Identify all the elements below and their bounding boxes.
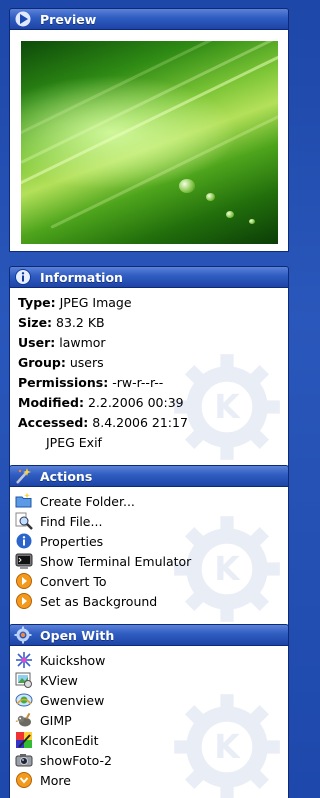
open-with-more[interactable]: More bbox=[15, 770, 288, 790]
open-with-gwenview[interactable]: Gwenview bbox=[15, 690, 288, 710]
actions-header[interactable]: Actions bbox=[9, 465, 289, 487]
info-row-type: Type: JPEG Image bbox=[18, 295, 132, 310]
actions-panel: Actions Create Folder... Find File... Pr… bbox=[9, 465, 289, 635]
information-title: Information bbox=[40, 269, 123, 285]
actions-title: Actions bbox=[40, 468, 93, 484]
info-row-group: Group: users bbox=[18, 355, 104, 370]
action-label: Convert To bbox=[40, 573, 107, 589]
info-row-accessed: Accessed: 8.4.2006 21:17 bbox=[18, 415, 188, 430]
action-label: Show Terminal Emulator bbox=[40, 553, 192, 569]
orange-chevron-icon bbox=[15, 771, 33, 789]
open-with-label: More bbox=[40, 772, 71, 788]
terminal-icon bbox=[15, 552, 33, 570]
action-show-terminal[interactable]: Show Terminal Emulator bbox=[15, 551, 288, 571]
info-icon bbox=[15, 532, 33, 550]
kuickshow-icon bbox=[15, 651, 33, 669]
action-label: Find File... bbox=[40, 513, 103, 529]
open-with-label: Gwenview bbox=[40, 692, 105, 708]
open-with-gimp[interactable]: GIMP bbox=[15, 710, 288, 730]
open-with-label: KIconEdit bbox=[40, 732, 99, 748]
action-create-folder[interactable]: Create Folder... bbox=[15, 491, 288, 511]
action-properties[interactable]: Properties bbox=[15, 531, 288, 551]
open-with-showfoto[interactable]: showFoto-2 bbox=[15, 750, 288, 770]
orange-arrow-icon bbox=[15, 572, 33, 590]
open-with-title: Open With bbox=[40, 627, 115, 643]
open-with-header[interactable]: Open With bbox=[9, 624, 289, 646]
preview-body bbox=[9, 30, 289, 252]
action-label: Set as Background bbox=[40, 593, 158, 609]
action-find-file[interactable]: Find File... bbox=[15, 511, 288, 531]
kiconedit-icon bbox=[15, 731, 33, 749]
information-header[interactable]: Information bbox=[9, 266, 289, 288]
info-row-modified: Modified: 2.2.2006 00:39 bbox=[18, 395, 184, 410]
action-set-as-background[interactable]: Set as Background bbox=[15, 591, 288, 611]
showfoto-icon bbox=[15, 751, 33, 769]
open-with-kview[interactable]: KView bbox=[15, 670, 288, 690]
action-convert-to[interactable]: Convert To bbox=[15, 571, 288, 591]
magic-wand-icon bbox=[14, 467, 32, 485]
info-row-permissions: Permissions: -rw-r--r-- bbox=[18, 375, 164, 390]
open-with-label: Kuickshow bbox=[40, 652, 106, 668]
actions-body: Create Folder... Find File... Properties… bbox=[9, 487, 289, 635]
preview-header[interactable]: Preview bbox=[9, 8, 289, 30]
new-folder-icon bbox=[15, 492, 33, 510]
gwenview-icon bbox=[15, 691, 33, 709]
information-body: Type: JPEG Image Size: 83.2 KB User: law… bbox=[9, 288, 289, 473]
kview-icon bbox=[15, 671, 33, 689]
magnifier-icon bbox=[15, 512, 33, 530]
preview-panel: Preview bbox=[9, 8, 289, 252]
info-row-size: Size: 83.2 KB bbox=[18, 315, 105, 330]
open-with-kuickshow[interactable]: Kuickshow bbox=[15, 650, 288, 670]
open-with-panel: Open With Kuickshow KView Gwenview GIMP … bbox=[9, 624, 289, 798]
preview-title: Preview bbox=[40, 11, 97, 27]
action-label: Properties bbox=[40, 533, 104, 549]
orange-arrow-icon bbox=[15, 592, 33, 610]
gear-icon bbox=[14, 626, 32, 644]
open-with-label: showFoto-2 bbox=[40, 752, 112, 768]
gimp-icon bbox=[15, 711, 33, 729]
action-label: Create Folder... bbox=[40, 493, 135, 509]
info-row-user: User: lawmor bbox=[18, 335, 106, 350]
information-panel: Information Type: JPEG Image Size: 83.2 … bbox=[9, 266, 289, 473]
open-with-kiconedit[interactable]: KIconEdit bbox=[15, 730, 288, 750]
info-row-exif: JPEG Exif bbox=[46, 435, 102, 450]
open-with-label: KView bbox=[40, 672, 78, 688]
open-with-body: Kuickshow KView Gwenview GIMP KIconEdit bbox=[9, 646, 289, 798]
preview-image[interactable] bbox=[21, 41, 278, 244]
info-icon bbox=[14, 268, 32, 286]
open-with-label: GIMP bbox=[40, 712, 72, 728]
play-arrow-icon bbox=[14, 10, 32, 28]
